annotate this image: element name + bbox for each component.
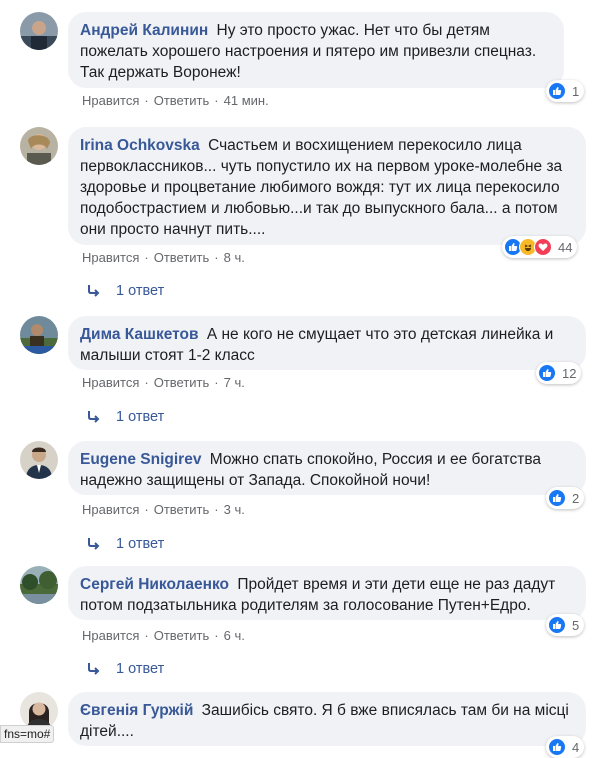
reply-link[interactable]: Ответить — [154, 375, 210, 390]
replies-count[interactable]: 1 ответ — [116, 661, 164, 677]
comment-actions: Нравится · Ответить · 6 ч. — [82, 628, 245, 643]
reaction-summary[interactable]: 12 — [536, 362, 582, 384]
avatar[interactable] — [20, 127, 58, 165]
like-link[interactable]: Нравится — [82, 375, 139, 390]
comment-actions: Нравится · Ответить · 3 ч. — [82, 502, 245, 517]
comment-bubble: Сергей Николаенко Пройдет время и эти де… — [68, 566, 586, 620]
reaction-count: 1 — [572, 83, 580, 99]
timestamp[interactable]: 3 ч. — [224, 502, 245, 517]
replies-count[interactable]: 1 ответ — [116, 409, 164, 425]
avatar[interactable] — [20, 316, 58, 354]
timestamp[interactable]: 7 ч. — [224, 375, 245, 390]
separator-dot: · — [144, 250, 149, 265]
avatar-photo-icon — [20, 441, 58, 479]
reaction-count: 2 — [572, 490, 580, 506]
like-icon — [548, 489, 566, 507]
reaction-summary[interactable]: 1 — [546, 80, 585, 102]
like-link[interactable]: Нравится — [82, 93, 139, 108]
comment-author[interactable]: Андрей Калинин — [80, 22, 208, 39]
reply-link[interactable]: Ответить — [154, 502, 210, 517]
separator-dot: · — [144, 375, 149, 390]
like-link[interactable]: Нравится — [82, 502, 139, 517]
view-replies[interactable]: 1 ответ — [86, 409, 164, 425]
separator-dot: · — [144, 502, 149, 517]
timestamp[interactable]: 8 ч. — [224, 250, 245, 265]
like-link[interactable]: Нравится — [82, 628, 139, 643]
view-replies[interactable]: 1 ответ — [86, 283, 164, 299]
reaction-count: 12 — [562, 365, 577, 381]
separator-dot: · — [144, 628, 149, 643]
separator-dot: · — [214, 502, 219, 517]
timestamp[interactable]: 6 ч. — [224, 628, 245, 643]
comment-actions: Нравится · Ответить · 8 ч. — [82, 250, 245, 265]
like-icon — [548, 616, 566, 634]
reaction-count: 4 — [572, 739, 580, 755]
separator-dot: · — [144, 93, 149, 108]
reply-arrow-icon — [88, 538, 100, 550]
comment-author[interactable]: Eugene Snigirev — [80, 451, 201, 468]
separator-dot: · — [214, 250, 219, 265]
comment-actions: Нравится · Ответить · 7 ч. — [82, 375, 245, 390]
avatar-photo-icon — [20, 566, 58, 604]
reply-link[interactable]: Ответить — [154, 93, 210, 108]
reaction-count: 5 — [572, 617, 580, 633]
like-icon — [548, 738, 566, 756]
comment-author[interactable]: Євгенія Гуржій — [80, 702, 193, 719]
separator-dot: · — [214, 628, 219, 643]
separator-dot: · — [214, 375, 219, 390]
like-link[interactable]: Нравится — [82, 250, 139, 265]
comment-bubble: Андрей Калинин Ну это просто ужас. Нет ч… — [68, 12, 564, 88]
comment-bubble: Євгенія Гуржій Зашибісь свято. Я б вже в… — [68, 692, 586, 746]
comment-bubble: Дима Кашкетов А не кого не смущает что э… — [68, 316, 586, 370]
reaction-summary[interactable]: 44 — [502, 236, 578, 258]
reaction-summary[interactable]: 2 — [546, 487, 585, 509]
view-replies[interactable]: 1 ответ — [86, 661, 164, 677]
timestamp[interactable]: 41 мин. — [224, 93, 269, 108]
avatar-photo-icon — [20, 12, 58, 50]
reaction-summary[interactable]: 4 — [546, 736, 585, 758]
avatar[interactable] — [20, 566, 58, 604]
comment-author[interactable]: Irina Ochkovska — [80, 137, 200, 154]
comment-author[interactable]: Дима Кашкетов — [80, 326, 199, 343]
love-icon — [534, 238, 552, 256]
replies-count[interactable]: 1 ответ — [116, 536, 164, 552]
comment-bubble: Eugene Snigirev Можно спать спокойно, Ро… — [68, 441, 586, 495]
view-replies[interactable]: 1 ответ — [86, 536, 164, 552]
reply-arrow-icon — [88, 663, 100, 675]
reply-link[interactable]: Ответить — [154, 250, 210, 265]
avatar[interactable] — [20, 441, 58, 479]
avatar[interactable] — [20, 12, 58, 50]
reaction-summary[interactable]: 5 — [546, 614, 585, 636]
reply-arrow-icon — [88, 285, 100, 297]
status-url: fns=mo# — [0, 725, 55, 743]
replies-count[interactable]: 1 ответ — [116, 283, 164, 299]
avatar-photo-icon — [20, 316, 58, 354]
avatar-photo-icon — [20, 127, 58, 165]
reply-arrow-icon — [88, 411, 100, 423]
comment-author[interactable]: Сергей Николаенко — [80, 576, 229, 593]
separator-dot: · — [214, 93, 219, 108]
reaction-count: 44 — [558, 239, 573, 255]
comment-bubble: Irina Ochkovska Счастьем и восхищением п… — [68, 127, 586, 245]
comment-actions: Нравится · Ответить · 41 мин. — [82, 93, 269, 108]
like-icon — [548, 82, 566, 100]
like-icon — [538, 364, 556, 382]
reply-link[interactable]: Ответить — [154, 628, 210, 643]
